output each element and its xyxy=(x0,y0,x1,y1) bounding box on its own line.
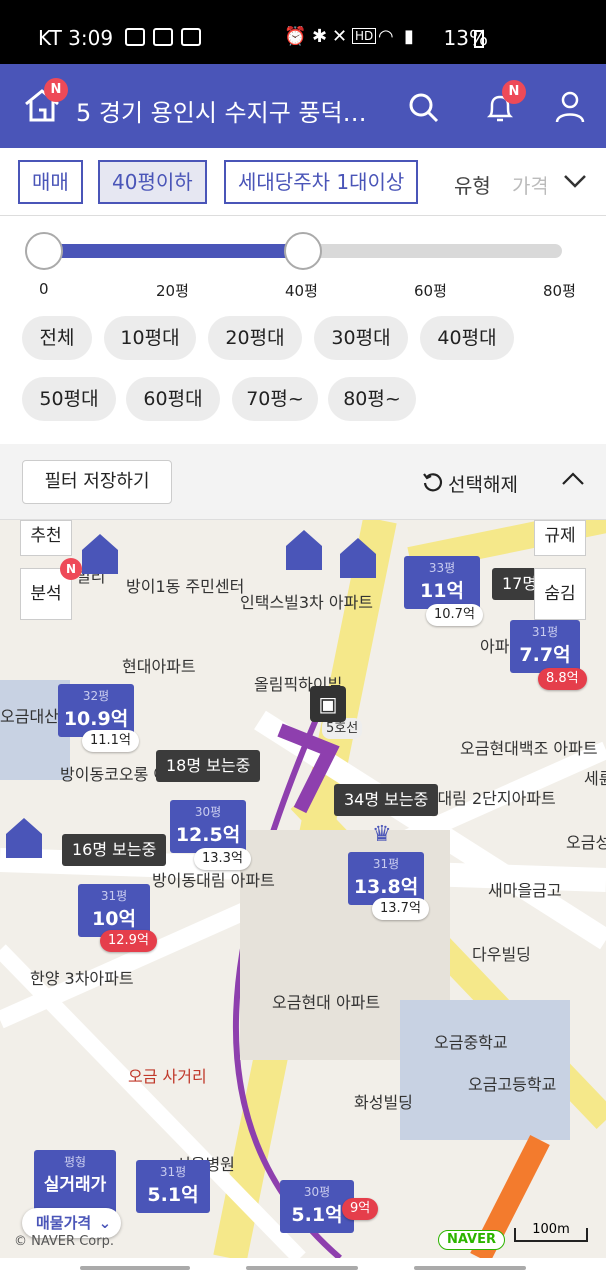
hd-icon: HD xyxy=(352,28,377,44)
legend-marker: 평형 실거래가 xyxy=(34,1150,116,1216)
tick-20: 20평 xyxy=(156,282,189,300)
label-hanyang: 한양 3차아파트 xyxy=(30,969,134,988)
chevron-down-icon[interactable] xyxy=(562,172,588,190)
price-marker-5-sub: 13.7억 xyxy=(372,898,429,920)
pill-80[interactable]: 80평~ xyxy=(328,377,416,421)
gallery-icon xyxy=(125,28,145,46)
price-type-label: 매물가격 xyxy=(36,1214,92,1232)
label-baekjo: 오금현대백조 아파트 xyxy=(460,739,598,758)
chip-trade-type[interactable]: 매매 xyxy=(18,160,83,204)
tick-60: 60평 xyxy=(414,282,447,300)
chip-area[interactable]: 40평이하 xyxy=(98,160,207,204)
wifi-icon: ◠ xyxy=(378,26,394,47)
pill-70[interactable]: 70평~ xyxy=(232,377,318,421)
price-marker-1[interactable]: 33평 11억 xyxy=(404,556,480,609)
label-ogeum-hyundai: 오금현대 아파트 xyxy=(272,993,381,1012)
home-badge: N xyxy=(44,78,68,102)
label-hyundai: 현대아파트 xyxy=(122,657,196,676)
watching-bubble: 18명 보는중 xyxy=(156,750,261,782)
price-marker-8-sub: 9억 xyxy=(342,1198,379,1220)
price-marker-1-sub: 10.7억 xyxy=(426,604,483,626)
search-app-icon xyxy=(181,28,201,46)
pill-60[interactable]: 60평대 xyxy=(126,377,220,421)
copyright: © NAVER Corp. xyxy=(14,1234,114,1249)
price-marker-2-sub: 8.8억 xyxy=(538,668,587,690)
price-marker-4-sub: 13.3억 xyxy=(194,848,251,870)
price-marker-4[interactable]: 30평 12.5억 xyxy=(170,800,246,853)
price-marker-7[interactable]: 31평 5.1억 xyxy=(136,1160,210,1213)
price-marker-6-sub: 12.9억 xyxy=(100,930,157,952)
chip-parking[interactable]: 세대당주차 1대이상 xyxy=(224,160,419,204)
hide-button[interactable]: 숨김 xyxy=(534,568,586,620)
tick-40: 40평 xyxy=(285,282,318,300)
pill-30[interactable]: 30평대 xyxy=(314,316,408,360)
label-hwasung: 화성빌딩 xyxy=(354,1093,413,1112)
mute-icon: ✕ xyxy=(332,26,348,47)
alarm-icon: ⏰ xyxy=(284,26,307,47)
analysis-badge: N xyxy=(60,558,82,580)
label-ogeum-middle: 오금중학교 xyxy=(434,1033,508,1052)
upload-icon xyxy=(153,28,173,46)
tick-0: 0 xyxy=(39,280,49,298)
address-title[interactable]: 5 경기 용인시 수지구 풍덕… xyxy=(76,93,367,128)
map-view[interactable]: 방이1동 주민센터 인택스빌3차 아파트 현대아파트 올림픽하이빌 5호선 방이… xyxy=(0,520,606,1258)
watching-bubble: 16명 보는중 xyxy=(62,834,167,866)
reset-button[interactable]: 선택해제 xyxy=(448,470,518,497)
search-icon[interactable] xyxy=(408,92,440,124)
area-slider-max-handle[interactable] xyxy=(284,232,322,270)
naver-logo: NAVER xyxy=(438,1230,506,1250)
recommend-button[interactable]: 추천 xyxy=(20,520,72,556)
nav-handle[interactable] xyxy=(246,1266,358,1270)
label-seryun: 세륜 xyxy=(584,769,606,788)
crown-icon: ♛ xyxy=(372,822,392,847)
regulation-button[interactable]: 규제 xyxy=(534,520,586,556)
label-ogeum-crossroad: 오금 사거리 xyxy=(128,1067,207,1086)
filter-price[interactable]: 가격 xyxy=(512,170,546,199)
label-banyi1: 방이1동 주민센터 xyxy=(126,577,245,596)
area-slider-fill xyxy=(44,244,303,258)
chevron-up-icon[interactable] xyxy=(560,470,586,488)
filter-type[interactable]: 유형 xyxy=(454,170,491,199)
notification-badge: N xyxy=(502,80,526,104)
label-ogeumseong: 오금성 xyxy=(566,833,606,852)
pill-all[interactable]: 전체 xyxy=(22,316,92,360)
user-icon[interactable] xyxy=(554,90,586,124)
label-apa: 아파 xyxy=(480,637,510,656)
nav-handle[interactable] xyxy=(414,1266,526,1270)
carrier-time: KT 3:09 xyxy=(38,26,114,50)
pill-50[interactable]: 50평대 xyxy=(22,377,116,421)
pill-20[interactable]: 20평대 xyxy=(208,316,302,360)
status-bar: KT 3:09 ⏰ ✱ ✕ HD ◠ ▮ 13% xyxy=(0,0,606,64)
label-saemaeul: 새마을금고 xyxy=(488,881,562,900)
label-intaxvill: 인택스빌3차 아파트 xyxy=(240,593,374,612)
subway-icon[interactable]: ▣ xyxy=(310,686,346,722)
price-marker-2[interactable]: 31평 7.7억 xyxy=(510,620,580,673)
tick-80: 80평 xyxy=(543,282,576,300)
signal-icon: ▮ xyxy=(404,26,414,47)
area-slider-min-handle[interactable] xyxy=(25,232,63,270)
pill-10[interactable]: 10평대 xyxy=(104,316,196,360)
price-marker-3-sub: 11.1억 xyxy=(82,730,139,752)
label-dau: 다우빌딩 xyxy=(472,945,531,964)
bluetooth-icon: ✱ xyxy=(312,26,328,47)
nav-handle[interactable] xyxy=(80,1266,190,1270)
label-ogeum-high: 오금고등학교 xyxy=(468,1075,557,1094)
watching-bubble: 34명 보는중 xyxy=(334,784,439,816)
label-daelim: 방이동대림 아파트 xyxy=(152,871,275,890)
reset-icon[interactable] xyxy=(422,471,444,493)
battery-icon xyxy=(474,30,484,48)
save-filter-button[interactable]: 필터 저장하기 xyxy=(22,460,172,504)
scale-bar: 100m xyxy=(514,1223,588,1242)
pill-40[interactable]: 40평대 xyxy=(420,316,514,360)
label-daesan: 오금대산 xyxy=(0,707,59,726)
